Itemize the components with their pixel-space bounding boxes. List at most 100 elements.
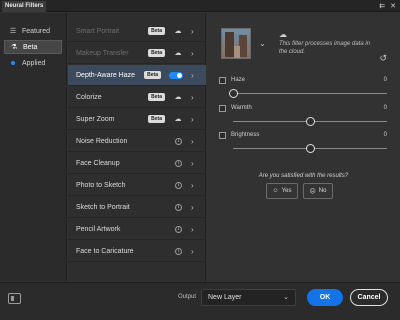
haze-checkbox[interactable] [219, 77, 226, 84]
cloud-download-icon[interactable]: ☁ [173, 49, 183, 57]
slider-value: 0 [383, 77, 387, 83]
smile-icon: ☺ [272, 188, 279, 194]
warmth-checkbox[interactable] [219, 105, 226, 112]
chevron-right-icon[interactable]: › [191, 181, 197, 190]
beta-badge: Beta [144, 71, 161, 79]
yes-button[interactable]: ☺ Yes [266, 183, 298, 199]
filter-row-face-cleanup[interactable]: Face Cleanup i › [68, 153, 206, 174]
window-controls: ⇇ ✕ [379, 1, 396, 11]
chevron-down-icon: ⌄ [283, 294, 289, 301]
cloud-download-icon[interactable]: ☁ [173, 27, 183, 35]
filter-row-makeup-transfer[interactable]: Makeup Transfer Beta ☁ › [68, 43, 206, 64]
output-label: Output [178, 294, 197, 300]
filter-row-smart-portrait[interactable]: Smart Portrait Beta ☁ › [68, 21, 206, 42]
info-icon[interactable]: i [175, 247, 182, 255]
preview-thumbnail[interactable] [221, 28, 251, 59]
sidebar-item-featured[interactable]: ☰ Featured [4, 24, 62, 38]
slider-value: 0 [383, 105, 387, 111]
beta-badge: Beta [148, 49, 165, 57]
slider-track[interactable] [233, 93, 387, 94]
filter-label: Noise Reduction [76, 137, 128, 145]
info-icon[interactable]: i [175, 181, 182, 189]
cloud-download-icon[interactable]: ☁ [173, 115, 183, 123]
filter-label: Makeup Transfer [76, 49, 129, 57]
flask-icon: ⚗ [10, 44, 18, 51]
chevron-right-icon[interactable]: › [191, 225, 197, 234]
output-value: New Layer [208, 294, 242, 301]
slider-label: Haze [231, 77, 246, 83]
beta-badge: Beta [148, 93, 165, 101]
close-icon[interactable]: ✕ [390, 2, 396, 10]
list-icon: ☰ [9, 28, 17, 35]
filter-row-pencil-artwork[interactable]: Pencil Artwork i › [68, 219, 206, 240]
slider-label: Brightness [231, 132, 260, 138]
chevron-right-icon[interactable]: › [191, 159, 197, 168]
window-title: Neural Filters [2, 1, 47, 12]
filter-row-face-to-caricature[interactable]: Face to Caricature i › [68, 241, 206, 262]
filter-list: Smart Portrait Beta ☁ › Makeup Transfer … [68, 13, 206, 281]
footer-bar: Output New Layer ⌄ OK Cancel [0, 282, 400, 320]
brightness-checkbox[interactable] [219, 132, 226, 139]
chevron-right-icon[interactable]: › [191, 49, 197, 58]
brightness-slider-handle[interactable] [306, 144, 315, 153]
beta-badge: Beta [148, 27, 165, 35]
chevron-right-icon[interactable]: › [191, 71, 197, 80]
title-bar: Neural Filters ⇇ ✕ [0, 0, 400, 12]
filter-label: Face Cleanup [76, 159, 120, 167]
warmth-slider-group: Warmth 0 [219, 105, 387, 133]
beta-badge: Beta [148, 115, 165, 123]
filter-label: Colorize [76, 93, 102, 101]
sidebar-item-beta[interactable]: ⚗ Beta [4, 40, 62, 54]
slider-label: Warmth [231, 105, 252, 111]
filter-toggle[interactable] [169, 71, 183, 79]
filter-row-super-zoom[interactable]: Super Zoom Beta ☁ › [68, 109, 206, 130]
filter-row-photo-to-sketch[interactable]: Photo to Sketch i › [68, 175, 206, 196]
sidebar-item-applied[interactable]: Applied [4, 56, 62, 70]
filter-row-depth-aware-haze[interactable]: Depth-Aware Haze Beta › [68, 65, 206, 86]
chevron-right-icon[interactable]: › [191, 203, 197, 212]
info-icon[interactable]: i [175, 225, 182, 233]
cloud-processing-note: This filter processes image data in the … [279, 41, 371, 55]
output-select[interactable]: New Layer ⌄ [201, 289, 296, 306]
cloud-download-icon[interactable]: ☁ [173, 93, 183, 101]
chevron-right-icon[interactable]: › [191, 93, 197, 102]
sidebar-item-label: Beta [23, 43, 38, 51]
panel-toggle-icon[interactable] [8, 293, 21, 304]
feedback-question: Are you satisfied with the results? [258, 173, 349, 179]
filter-row-noise-reduction[interactable]: Noise Reduction i › [68, 131, 206, 152]
filter-label: Photo to Sketch [76, 181, 126, 189]
chevron-right-icon[interactable]: › [191, 27, 197, 36]
brightness-slider-group: Brightness 0 [219, 132, 387, 160]
info-icon[interactable]: i [175, 203, 182, 211]
filter-label: Super Zoom [76, 115, 115, 123]
cancel-button[interactable]: Cancel [350, 289, 388, 306]
filter-row-colorize[interactable]: Colorize Beta ☁ › [68, 87, 206, 108]
ok-button[interactable]: OK [307, 289, 343, 306]
no-label: No [318, 188, 327, 194]
reset-icon[interactable]: ↺ [379, 53, 387, 64]
frown-icon: ☹ [309, 188, 316, 195]
cloud-icon: ☁ [279, 30, 287, 39]
category-sidebar: ☰ Featured ⚗ Beta Applied [0, 13, 67, 281]
filter-row-sketch-to-portrait[interactable]: Sketch to Portrait i › [68, 197, 206, 218]
chevron-down-icon[interactable]: ⌄ [259, 39, 266, 48]
haze-slider-group: Haze 0 [219, 77, 387, 105]
no-button[interactable]: ☹ No [303, 183, 333, 199]
filter-label: Pencil Artwork [76, 225, 121, 233]
slider-value: 0 [383, 132, 387, 138]
collapse-icon[interactable]: ⇇ [379, 2, 385, 10]
filter-label: Face to Caricature [76, 247, 134, 255]
dot-icon [9, 61, 17, 65]
haze-slider-handle[interactable] [229, 89, 238, 98]
chevron-right-icon[interactable]: › [191, 115, 197, 124]
chevron-right-icon[interactable]: › [191, 137, 197, 146]
sidebar-item-label: Applied [22, 59, 46, 67]
filter-settings-panel: ⌄ ☁ This filter processes image data in … [207, 13, 400, 281]
sidebar-item-label: Featured [22, 27, 51, 35]
warmth-slider-handle[interactable] [306, 117, 315, 126]
chevron-right-icon[interactable]: › [191, 247, 197, 256]
info-icon[interactable]: i [175, 159, 182, 167]
info-icon[interactable]: i [175, 137, 182, 145]
filter-label: Smart Portrait [76, 27, 120, 35]
filter-label: Sketch to Portrait [76, 203, 130, 211]
